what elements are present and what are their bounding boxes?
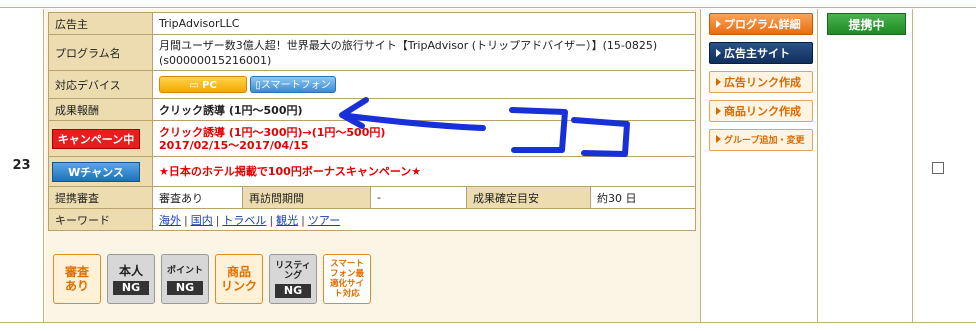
keyword-separator: | [215,213,220,227]
keywords-value: 海外 | 国内 | トラベル | 観光 | ツアー [152,208,696,231]
badge-bottom-text: リンク [220,279,257,293]
program-info-panel: 広告主 TripAdvisorLLC プログラム名 月間ユーザー数3億人超！世界… [45,9,701,322]
product-link-button[interactable]: 商品リンク作成 [709,100,813,122]
device-sp-tag: ▯スマートフォン [250,76,336,93]
row-number: 23 [0,9,44,322]
ad-link-label: 広告リンク作成 [724,76,801,89]
keyword-link[interactable]: 観光 [276,214,298,227]
devices-value: ▭ PC ▯スマートフォン [152,70,696,99]
badge-ng-text: NG [167,280,203,295]
device-sp-label: スマートフォン [260,80,331,91]
badge-self: 本人 NG [107,254,155,304]
confirm-label: 成果確定目安 [466,186,591,209]
program-info-table: 広告主 TripAdvisorLLC プログラム名 月間ユーザー数3億人超！世界… [48,12,696,231]
keyword-link[interactable]: 海外 [159,214,181,227]
keyword-separator: | [301,213,305,227]
ad-link-button[interactable]: 広告リンク作成 [709,71,813,93]
campaign-value: クリック誘導 (1円〜300円)→(1円〜500円) 2017/02/15〜20… [152,120,696,157]
reward-value: クリック誘導 (1円〜500円) [152,98,696,121]
keyword-link[interactable]: ツアー [308,214,340,227]
monitor-icon: ▭ [189,80,203,91]
program-detail-label: プログラム詳細 [724,18,801,31]
campaign-text-period: 2017/02/15〜2017/04/15 [159,138,309,152]
w-chance-badge: Wチャンス [52,161,140,182]
badge-top-text: 審査 [64,265,89,279]
device-pc-tag: ▭ PC [159,76,247,93]
program-detail-button[interactable]: プログラム詳細 [709,13,813,35]
arrow-right-icon [716,20,721,28]
badge-ng-text: NG [275,283,311,298]
badge-product-link: 商品 リンク [215,254,263,304]
group-add-button[interactable]: グループ追加・変更 [709,129,813,151]
arrow-right-icon [716,49,721,57]
keyword-separator: | [184,213,188,227]
keywords-label: キーワード [48,208,153,231]
campaign-text-rate: クリック誘導 (1円〜300円)→(1円〜500円) [159,125,386,139]
w-chance-value: ★日本のホテル掲載で100円ボーナスキャンペーン★ [152,156,696,187]
program-name-label: プログラム名 [48,34,153,71]
badge-top-text: ポイント [166,265,203,276]
reward-label: 成果報酬 [48,98,153,121]
keyword-separator: | [269,213,274,227]
program-badges: 審査 あり 本人 NG ポイント NG 商品 リンク リスティング NG スマートフォン最… [53,254,371,312]
badge-top-text: 本人 [118,263,143,278]
revisit-value: - [370,186,467,209]
campaign-badge: キャンペーン中 [52,128,140,149]
product-link-label: 商品リンク作成 [724,105,801,118]
keyword-link[interactable]: 国内 [191,214,213,227]
program-name-line1: 月間ユーザー数3億人超！世界最大の旅行サイト【TripAdvisor (トリップ… [159,38,658,52]
advertiser-label: 広告主 [48,12,153,35]
badge-top-text: リスティング [275,260,311,281]
program-name-line2: (s00000015216001) [159,53,272,67]
arrow-right-icon [716,135,721,143]
keyword-link[interactable]: トラベル [222,214,266,227]
program-name-value: 月間ユーザー数3億人超！世界最大の旅行サイト【TripAdvisor (トリップ… [152,34,696,71]
group-add-label: グループ追加・変更 [724,136,805,146]
w-chance-label-cell: Wチャンス [48,156,153,187]
badge-ng-text: NG [113,280,149,295]
advertiser-site-button[interactable]: 広告主サイト [709,42,813,64]
badge-bottom-text: あり [64,279,89,293]
badge-review: 審査 あり [53,254,101,304]
arrow-right-icon [716,107,721,115]
badge-top-text: スマートフォン最適化サイト対応 [329,259,364,299]
status-column: 提携中 [819,9,913,322]
partnership-status-button[interactable]: 提携中 [827,13,906,35]
advertiser-value: TripAdvisorLLC [152,12,696,35]
action-buttons-column: プログラム詳細 広告主サイト 広告リンク作成 商品リンク作成 グループ追加・変更 [702,9,818,322]
device-pc-label: PC [202,80,217,91]
advertiser-site-label: 広告主サイト [724,47,790,60]
revisit-label: 再訪問期間 [242,186,371,209]
badge-top-text: 商品 [226,265,251,279]
select-checkbox[interactable] [932,162,944,174]
row-divider-top [0,0,976,8]
badge-smartphone-optimized: スマートフォン最適化サイト対応 [323,254,371,304]
campaign-label-cell: キャンペーン中 [48,120,153,157]
program-row: 23 広告主 TripAdvisorLLC プログラム名 月間ユーザー数3億人超… [0,0,976,331]
review-value: 審査あり [152,186,243,209]
review-label: 提携審査 [48,186,153,209]
select-column [914,9,976,322]
badge-listing: リスティング NG [269,254,317,304]
confirm-value: 約30 日 [590,186,696,209]
arrow-right-icon [716,78,721,86]
devices-label: 対応デバイス [48,70,153,99]
badge-point: ポイント NG [161,254,209,304]
row-divider-bottom [0,322,976,331]
